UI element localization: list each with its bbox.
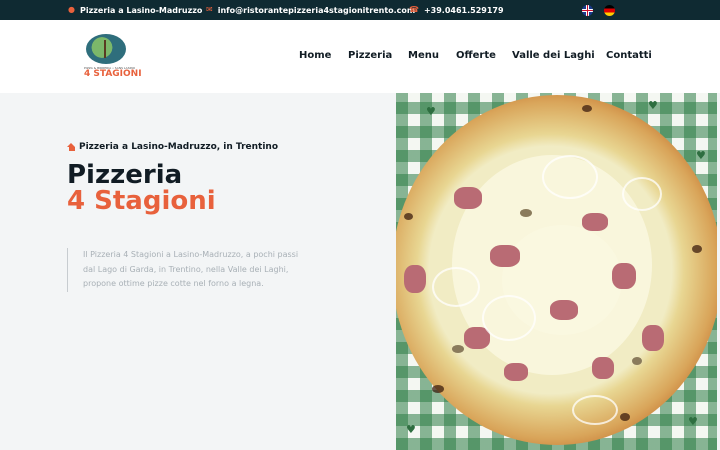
heart-icon: ♥ [688,415,698,428]
envelope-icon: ✉ [206,5,213,14]
tree-icon [104,40,106,58]
hero-title-line2: 4 Stagioni [67,186,216,216]
address-info[interactable]: ● Pizzeria a Lasino-Madruzzo [68,0,202,20]
phone-link[interactable]: ☎ +39.0461.529179 [409,0,504,20]
phone-text: +39.0461.529179 [423,5,504,15]
flag-de-icon[interactable] [604,5,615,16]
flag-en-icon[interactable] [582,5,593,16]
heart-icon: ♥ [696,149,706,162]
address-text: Pizzeria a Lasino-Madruzzo [79,5,203,15]
map-pin-icon: ● [68,5,75,14]
heart-icon: ♥ [406,423,416,436]
home-icon [67,143,76,151]
site-header: PIZZA & BIRRERIA • SANS LASINO 4 STAGION… [0,20,720,93]
nav-offerte[interactable]: Offerte [456,50,496,61]
hero-kicker-text: Pizzeria a Lasino-Madruzzo, in Trentino [79,142,279,152]
heart-icon: ♥ [648,99,658,112]
nav-pizzeria[interactable]: Pizzeria [348,50,392,61]
hero-pizza-image: ♥ ♥ ♥ ♥ ♥ [396,93,717,450]
logo-brand: 4 STAGIONI [84,69,142,79]
hero-description: Il Pizzeria 4 Stagioni a Lasino-Madruzzo… [67,248,307,292]
heart-icon: ♥ [426,105,436,118]
pizza [396,95,717,445]
logo-emblem-icon [86,34,126,64]
hero-kicker: Pizzeria a Lasino-Madruzzo, in Trentino [67,142,278,152]
top-bar: ● Pizzeria a Lasino-Madruzzo ✉ info@rist… [0,0,720,20]
phone-icon: ☎ [409,5,419,14]
nav-menu[interactable]: Menu [408,50,439,61]
email-link[interactable]: ✉ info@ristorantepizzeria4stagionitrento… [206,0,415,20]
site-logo[interactable]: PIZZA & BIRRERIA • SANS LASINO 4 STAGION… [84,34,142,82]
nav-contatti[interactable]: Contatti [606,50,652,61]
nav-home[interactable]: Home [299,50,331,61]
email-text: info@ristorantepizzeria4stagionitrento.c… [217,5,416,15]
nav-valle-dei-laghi[interactable]: Valle dei Laghi [512,50,595,61]
